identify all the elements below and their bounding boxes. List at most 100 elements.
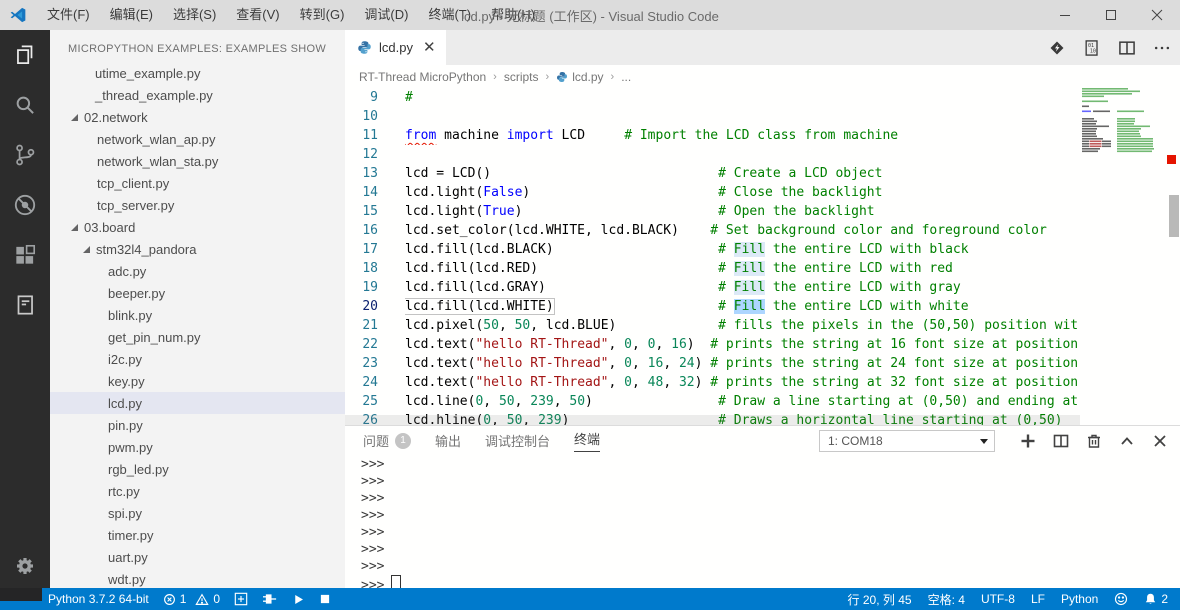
minimap[interactable] [1080,88,1166,425]
panel-tab-终端[interactable]: 终端 [574,427,600,452]
stop-button[interactable] [319,593,331,605]
tree-item-spi.py[interactable]: spi.py [50,502,345,524]
menu-item-0[interactable]: 文件(F) [37,0,100,30]
tree-item-adc.py[interactable]: adc.py [50,260,345,282]
cursor-position-status[interactable]: 行 20, 列 45 [848,591,912,608]
menu-item-1[interactable]: 编辑(E) [100,0,163,30]
maximize-button[interactable] [1088,0,1134,30]
encoding-status[interactable]: UTF-8 [981,592,1015,606]
binary-file-icon[interactable]: 01 10 [1082,38,1102,58]
language-mode-status[interactable]: Python [1061,592,1098,606]
settings-gear-icon[interactable] [0,544,50,588]
tree-item-02.network[interactable]: 02.network [50,106,345,128]
code-line-19[interactable]: 19lcd.fill(lcd.GRAY) # Fill the entire L… [345,278,1180,297]
terminal-output[interactable]: >>>>>>>>>>>>>>>>>>>>>>>> [361,456,401,594]
breadcrumb-item-1[interactable]: scripts [504,70,539,84]
tree-item-utime_example.py[interactable]: utime_example.py [50,62,345,84]
download-button[interactable] [234,592,248,606]
code-line-20[interactable]: 20lcd.fill(lcd.WHITE) # Fill the entire … [345,297,1180,316]
code-line-25[interactable]: 25lcd.line(0, 50, 239, 50) # Draw a line… [345,392,1180,411]
code-line-17[interactable]: 17lcd.fill(lcd.BLACK) # Fill the entire … [345,240,1180,259]
run-diamond-icon[interactable] [1047,38,1067,58]
problems-status[interactable]: 1 0 [163,592,220,606]
more-actions-icon[interactable] [1152,38,1172,58]
tree-item-lcd.py[interactable]: lcd.py [50,392,345,414]
tree-item-timer.py[interactable]: timer.py [50,524,345,546]
tree-item-blink.py[interactable]: blink.py [50,304,345,326]
panel-tab-问题[interactable]: 问题1 [363,429,411,450]
tree-item-pwm.py[interactable]: pwm.py [50,436,345,458]
tree-item-rtc.py[interactable]: rtc.py [50,480,345,502]
tree-item-03.board[interactable]: 03.board [50,216,345,238]
code-line-16[interactable]: 16lcd.set_color(lcd.WHITE, lcd.BLACK) # … [345,221,1180,240]
code-line-10[interactable]: 10 [345,107,1180,126]
tree-item-network_wlan_sta.py[interactable]: network_wlan_sta.py [50,150,345,172]
tree-item-wdt.py[interactable]: wdt.py [50,568,345,588]
code-line-9[interactable]: 9# [345,88,1180,107]
run-button[interactable] [292,593,305,606]
notifications-bell[interactable]: 2 [1144,592,1168,606]
tree-item-uart.py[interactable]: uart.py [50,546,345,568]
kill-terminal-icon[interactable] [1086,433,1102,449]
tree-item-beeper.py[interactable]: beeper.py [50,282,345,304]
panel-tab-调试控制台[interactable]: 调试控制台 [485,429,550,450]
code-line-15[interactable]: 15lcd.light(True) # Open the backlight [345,202,1180,221]
split-editor-icon[interactable] [1117,38,1137,58]
tree-item-rgb_led.py[interactable]: rgb_led.py [50,458,345,480]
python-interpreter-status[interactable]: Python 3.7.2 64-bit [48,592,149,606]
explorer-icon[interactable] [0,30,50,80]
menu-item-7[interactable]: 帮助(H) [481,0,545,30]
menu-item-4[interactable]: 转到(G) [290,0,355,30]
maximize-panel-icon[interactable] [1119,433,1135,449]
code-line-22[interactable]: 22lcd.text("hello RT-Thread", 0, 0, 16) … [345,335,1180,354]
breadcrumb-item-0[interactable]: RT-Thread MicroPython [359,70,486,84]
code-line-text: lcd.fill(lcd.BLACK) # Fill the entire LC… [405,240,1077,259]
indentation-status[interactable]: 空格: 4 [928,591,965,608]
horizontal-scrollbar[interactable] [345,415,1080,425]
minimize-button[interactable] [1042,0,1088,30]
tree-item-tcp_server.py[interactable]: tcp_server.py [50,194,345,216]
extensions-icon[interactable] [0,230,50,280]
menu-item-6[interactable]: 终端(T) [418,0,481,30]
code-line-24[interactable]: 24lcd.text("hello RT-Thread", 0, 48, 32)… [345,373,1180,392]
code-line-23[interactable]: 23lcd.text("hello RT-Thread", 0, 16, 24)… [345,354,1180,373]
tree-item-stm32l4_pandora[interactable]: stm32l4_pandora [50,238,345,260]
close-panel-icon[interactable] [1152,433,1168,449]
tab-close-icon[interactable]: ✕ [423,40,436,55]
code-line-21[interactable]: 21lcd.pixel(50, 50, lcd.BLUE) # fills th… [345,316,1180,335]
menu-item-5[interactable]: 调试(D) [354,0,418,30]
code-line-18[interactable]: 18lcd.fill(lcd.RED) # Fill the entire LC… [345,259,1180,278]
debug-icon[interactable] [0,180,50,230]
source-control-icon[interactable] [0,130,50,180]
tree-item-network_wlan_ap.py[interactable]: network_wlan_ap.py [50,128,345,150]
split-terminal-icon[interactable] [1053,433,1069,449]
tree-item-tcp_client.py[interactable]: tcp_client.py [50,172,345,194]
breadcrumb-item-3[interactable]: ... [621,70,631,84]
tree-item-key.py[interactable]: key.py [50,370,345,392]
tree-item-get_pin_num.py[interactable]: get_pin_num.py [50,326,345,348]
code-line-14[interactable]: 14lcd.light(False) # Close the backlight [345,183,1180,202]
tree-item-i2c.py[interactable]: i2c.py [50,348,345,370]
close-window-button[interactable] [1134,0,1180,30]
code-line-11[interactable]: 11from machine import LCD # Import the L… [345,126,1180,145]
overview-ruler[interactable] [1166,88,1180,425]
editor-scrollbar[interactable] [1169,195,1179,237]
new-terminal-icon[interactable] [1020,433,1036,449]
search-icon[interactable] [0,80,50,130]
code-line-12[interactable]: 12 [345,145,1180,164]
menu-item-3[interactable]: 查看(V) [226,0,289,30]
connect-plug-button[interactable] [262,592,278,606]
breadcrumb-item-2[interactable]: lcd.py [556,70,603,84]
tab-lcd-py[interactable]: lcd.py ✕ [345,30,446,65]
tree-item-_thread_example.py[interactable]: _thread_example.py [50,84,345,106]
panel-tab-输出[interactable]: 输出 [435,429,461,450]
eol-status[interactable]: LF [1031,592,1045,606]
feedback-smiley-icon[interactable] [1114,592,1128,606]
tree-item-pin.py[interactable]: pin.py [50,414,345,436]
terminal-select[interactable]: 1: COM18 [819,430,995,452]
code-editor[interactable]: 9#1011from machine import LCD # Import t… [345,88,1180,425]
examples-doc-icon[interactable] [0,280,50,330]
code-line-13[interactable]: 13lcd = LCD() # Create a LCD object [345,164,1180,183]
tree-item-label: wdt.py [108,572,146,587]
menu-item-2[interactable]: 选择(S) [163,0,226,30]
